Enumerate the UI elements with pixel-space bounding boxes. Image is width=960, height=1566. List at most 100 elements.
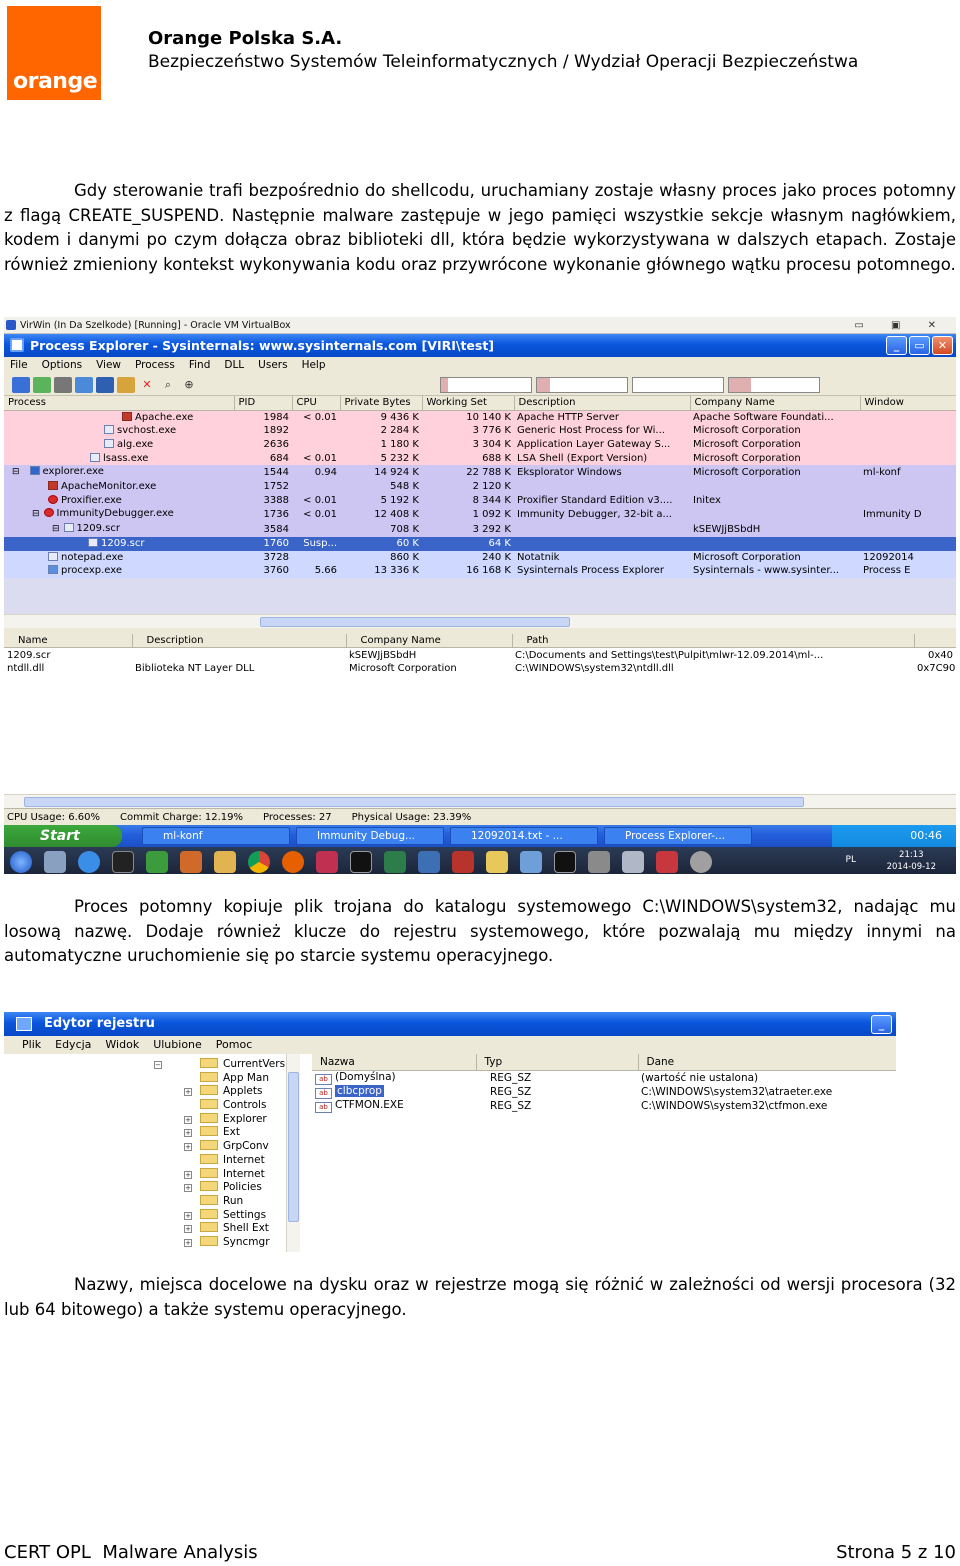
col-process[interactable]: Process <box>4 396 235 411</box>
cmd-icon[interactable] <box>350 850 372 873</box>
expand-icon[interactable]: + <box>184 1143 192 1152</box>
table-row[interactable]: Apache.exe 1984 < 0.01 9 436 K 10 140 K Apac… <box>4 410 956 425</box>
expand-icon[interactable]: + <box>184 1170 192 1179</box>
sysinfo-icon[interactable] <box>54 376 72 393</box>
shield-icon[interactable] <box>588 850 610 873</box>
network-icon[interactable] <box>146 850 168 873</box>
menu-pomoc[interactable]: Pomoc <box>216 1036 252 1054</box>
tree-icon[interactable] <box>96 376 114 393</box>
tree-item-run[interactable]: Run <box>4 1194 296 1209</box>
col-path[interactable]: Path <box>512 633 915 649</box>
windows-orb-icon[interactable] <box>10 850 32 873</box>
col-cpu[interactable]: CPU <box>292 396 341 411</box>
virtualbox-window-buttons[interactable]: ▭ ▣ ✕ <box>854 317 948 334</box>
col-typ[interactable]: Typ <box>476 1054 639 1071</box>
menu-view[interactable]: View <box>96 357 121 374</box>
dll-row[interactable]: 1209.scr kSEWJjBSbdH C:\Documents and Sett… <box>4 647 956 662</box>
col-dane[interactable]: Dane <box>638 1054 896 1071</box>
taskbar-item[interactable]: 12092014.txt - ... <box>450 826 598 845</box>
tree-vertical-scrollbar[interactable] <box>286 1054 300 1252</box>
minimize-button[interactable]: _ <box>871 1015 892 1034</box>
tree-item[interactable]: + Applets <box>4 1085 296 1099</box>
table-row[interactable]: notepad.exe 3728 860 K 240 K Notatnik Micros… <box>4 550 956 565</box>
col-window[interactable]: Window <box>860 396 956 411</box>
table-row[interactable]: procexp.exe 3760 5.66 13 336 K 16 168 K Sysi… <box>4 564 956 578</box>
tree-item[interactable]: + Internet <box>4 1167 296 1182</box>
col-private-bytes[interactable]: Private Bytes <box>340 396 423 411</box>
collapse-icon[interactable]: ⊟ <box>32 509 40 519</box>
menu-widok[interactable]: Widok <box>105 1036 139 1054</box>
table-row[interactable]: Proxifier.exe 3388 < 0.01 5 192 K8 344 K Pr… <box>4 493 956 508</box>
menu-process[interactable]: Process <box>135 357 175 374</box>
table-row[interactable]: lsass.exe 684 < 0.01 5 232 K 688 K LSA Shell… <box>4 451 956 466</box>
registry-value-row[interactable]: ab (Domyślna) REG_SZ (wartość nie ustalon… <box>312 1070 896 1085</box>
tree-item[interactable]: App Man <box>4 1071 296 1086</box>
computer-icon[interactable] <box>44 850 66 873</box>
firefox-icon[interactable] <box>282 850 304 873</box>
menu-help[interactable]: Help <box>302 357 326 374</box>
taskbar-item[interactable]: Immunity Debug... <box>296 826 444 845</box>
cpu-graph[interactable] <box>440 377 532 393</box>
notes-icon[interactable] <box>520 850 542 873</box>
menu-dll[interactable]: DLL <box>224 357 244 374</box>
tree-item[interactable]: + Syncmgr <box>4 1235 296 1250</box>
table-row-selected[interactable]: 1209.scr 1760 Susp... 60 K 64 K <box>4 536 956 551</box>
refresh-icon[interactable] <box>33 376 51 393</box>
menu-edycja[interactable]: Edycja <box>55 1036 91 1054</box>
registry-value-row[interactable]: ab CTFMON.EXE REG_SZ C:\WINDOWS\system32\… <box>312 1099 896 1114</box>
collapse-icon[interactable]: ⊟ <box>52 524 60 534</box>
tree-item[interactable]: Internet <box>4 1153 296 1168</box>
io-graph[interactable] <box>632 377 724 393</box>
menu-plik[interactable]: Plik <box>22 1036 41 1054</box>
folder-icon[interactable] <box>214 850 236 873</box>
close-button[interactable]: ✕ <box>932 336 953 355</box>
menu-users[interactable]: Users <box>258 357 287 374</box>
col-base[interactable] <box>914 633 956 649</box>
console-icon[interactable] <box>554 850 576 873</box>
menu-options[interactable]: Options <box>42 357 83 374</box>
menu-file[interactable]: File <box>10 357 28 374</box>
expand-icon[interactable]: + <box>184 1211 192 1220</box>
table-row[interactable]: ⊟ 1209.scr 3584 708 K3 292 KkSEWJjBSbdH <box>4 522 956 537</box>
expand-icon[interactable]: + <box>184 1238 192 1247</box>
ie-icon[interactable] <box>78 850 100 873</box>
expand-icon[interactable]: + <box>184 1184 192 1193</box>
tree-item[interactable]: + Policies <box>4 1181 296 1195</box>
tree-item[interactable]: + GrpConv <box>4 1140 296 1154</box>
col-name[interactable]: Name <box>4 633 133 649</box>
scrollbar-thumb[interactable] <box>260 616 570 627</box>
tree-item[interactable]: + Explorer <box>4 1112 296 1127</box>
col-company-name[interactable]: Company Name <box>690 396 861 411</box>
settings-icon[interactable] <box>690 850 712 873</box>
task-manager-icon[interactable] <box>384 850 406 873</box>
commit-graph[interactable] <box>536 377 628 393</box>
col-dll-description[interactable]: Description <box>132 633 347 649</box>
terminal-icon[interactable] <box>112 850 134 873</box>
tree-item[interactable]: Controls <box>4 1099 296 1113</box>
expand-icon[interactable]: + <box>184 1129 192 1138</box>
table-row[interactable]: alg.exe 2636 1 180 K3 304 K Application La… <box>4 437 956 452</box>
taskbar-item[interactable]: Process Explorer-... <box>604 826 752 845</box>
virtualbox-icon[interactable] <box>418 850 440 873</box>
scrollbar-thumb[interactable] <box>24 796 804 807</box>
physical-graph[interactable] <box>728 377 820 393</box>
tree-item[interactable]: + Ext <box>4 1126 296 1140</box>
collapse-icon[interactable]: − <box>154 1061 162 1069</box>
tree-item[interactable]: − CurrentVers <box>4 1058 296 1072</box>
find-icon[interactable]: ⌕ <box>159 377 177 393</box>
save-icon[interactable] <box>12 376 30 393</box>
minimize-button[interactable]: _ <box>886 336 907 355</box>
table-row[interactable]: ⊟ ImmunityDebugger.exe 1736 < 0.01 12 408 K… <box>4 507 956 523</box>
tool-icon[interactable] <box>452 850 474 873</box>
lower-horizontal-scrollbar[interactable] <box>4 793 956 808</box>
kill-process-icon[interactable]: ✕ <box>138 377 156 393</box>
taskbar-item[interactable]: ml-konf <box>142 826 290 845</box>
menu-ulubione[interactable]: Ulubione <box>153 1036 202 1054</box>
table-row[interactable]: ⊟ explorer.exe 1544 0.94 14 924 K 22 788 K Ek… <box>4 465 956 481</box>
dll-row[interactable]: ntdll.dll Biblioteka NT Layer DLL Microsof… <box>4 661 956 676</box>
language-indicator[interactable]: PL <box>846 855 856 865</box>
media-icon[interactable] <box>180 850 202 873</box>
scrollbar-thumb[interactable] <box>288 1072 299 1222</box>
xp-vm-icon[interactable] <box>656 850 678 873</box>
maximize-button[interactable]: ▭ <box>909 336 930 355</box>
